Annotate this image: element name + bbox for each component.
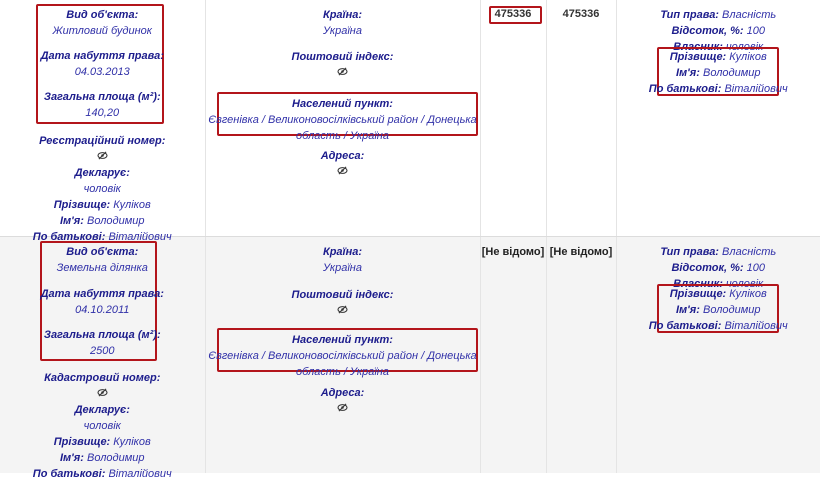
location-cell: Країна: Україна Поштовий індекс: Населен… <box>205 0 481 237</box>
property-row: Вид об'єкта: Земельна ділянка Дата набут… <box>0 236 820 480</box>
acquisition-date-value: 04.10.2011 <box>75 304 130 316</box>
name-value: Володимир <box>87 215 145 227</box>
right-type-value: Власність <box>722 246 777 258</box>
right-type-label: Тип права: <box>660 246 719 258</box>
name-value: Володимир <box>703 304 761 316</box>
country-value: Україна <box>323 262 362 274</box>
declarant-label: Декларує: <box>74 404 130 416</box>
area-value: 140,20 <box>85 107 120 119</box>
cost-value-2: 475336 <box>562 8 600 20</box>
eye-slash-icon <box>206 401 480 417</box>
share-value: 100 <box>746 262 766 274</box>
patronymic-label: По батькові: <box>32 468 106 480</box>
settlement-value: Євгенівка / Великоновосілківський район … <box>208 350 477 362</box>
surname-value: Куліков <box>729 51 767 63</box>
surname-label: Прізвище: <box>53 436 111 448</box>
country-label: Країна: <box>322 9 363 21</box>
area-label: Загальна площа (м²): <box>43 91 161 103</box>
registration-number-label: Реєстраційний номер: <box>39 135 166 147</box>
name-value: Володимир <box>703 67 761 79</box>
patronymic-value: Віталійович <box>108 468 172 480</box>
patronymic-label: По батькові: <box>648 320 722 332</box>
name-label: Ім'я: <box>675 67 700 79</box>
object-type-label: Вид об'єкта: <box>66 9 139 21</box>
settlement-label: Населений пункт: <box>292 98 393 110</box>
surname-label: Прізвище: <box>669 288 727 300</box>
property-row: Вид об'єкта: Житловий будинок Дата набут… <box>0 0 820 243</box>
declarant-value: чоловік <box>83 420 121 432</box>
object-cell: Вид об'єкта: Житловий будинок Дата набут… <box>0 0 206 243</box>
acquisition-date-label: Дата набуття права: <box>40 288 164 300</box>
object-type-value: Земельна ділянка <box>56 262 148 274</box>
share-label: Відсоток, %: <box>671 262 744 274</box>
acquisition-date-label: Дата набуття права: <box>40 50 164 62</box>
postal-code-label: Поштовий індекс: <box>291 51 394 63</box>
property-table: Вид об'єкта: Житловий будинок Дата набут… <box>0 0 820 480</box>
object-type-label: Вид об'єкта: <box>66 246 139 258</box>
share-label: Відсоток, %: <box>671 25 744 37</box>
cost-cell-2: [Не відомо] <box>546 236 617 473</box>
surname-label: Прізвище: <box>669 51 727 63</box>
declarant-value: чоловік <box>83 183 121 195</box>
settlement-value: Євгенівка / Великоновосілківський район … <box>208 114 477 126</box>
area-value: 2500 <box>90 345 115 357</box>
object-type-value: Житловий будинок <box>52 25 153 37</box>
surname-label: Прізвище: <box>53 199 111 211</box>
right-type-label: Тип права: <box>660 9 719 21</box>
cost-value: 475336 <box>494 8 532 20</box>
cadastral-number-label: Кадастровий номер: <box>44 372 161 384</box>
name-label: Ім'я: <box>59 215 84 227</box>
cost-cell: 475336 <box>480 0 547 237</box>
object-cell: Вид об'єкта: Земельна ділянка Дата набут… <box>0 236 206 480</box>
surname-value: Куліков <box>113 199 151 211</box>
declarant-label: Декларує: <box>74 167 130 179</box>
location-cell: Країна: Україна Поштовий індекс: Населен… <box>205 236 481 473</box>
name-label: Ім'я: <box>59 452 84 464</box>
rights-cell: Тип права: Власність Відсоток, %: 100 Вл… <box>616 0 820 237</box>
eye-slash-icon <box>0 149 205 165</box>
eye-slash-icon <box>206 65 480 81</box>
patronymic-label: По батькові: <box>648 83 722 95</box>
rights-cell: Тип права: Власність Відсоток, %: 100 Вл… <box>616 236 820 473</box>
cost-cell: [Не відомо] <box>480 236 547 473</box>
cost-value: [Не відомо] <box>481 246 545 258</box>
settlement-label: Населений пункт: <box>292 334 393 346</box>
postal-code-label: Поштовий індекс: <box>291 289 394 301</box>
surname-value: Куліков <box>113 436 151 448</box>
name-value: Володимир <box>87 452 145 464</box>
patronymic-value: Віталійович <box>724 83 788 95</box>
eye-slash-icon <box>0 386 205 402</box>
settlement-value-cont: область / Україна <box>296 366 389 378</box>
address-label: Адреса: <box>320 387 365 399</box>
right-type-value: Власність <box>722 9 777 21</box>
address-label: Адреса: <box>320 150 365 162</box>
area-label: Загальна площа (м²): <box>43 329 161 341</box>
acquisition-date-value: 04.03.2013 <box>74 66 130 78</box>
patronymic-value: Віталійович <box>724 320 788 332</box>
country-value: Україна <box>323 25 362 37</box>
cost-value-2: [Не відомо] <box>549 246 613 258</box>
settlement-value-cont: область / Україна <box>296 130 389 142</box>
name-label: Ім'я: <box>675 304 700 316</box>
country-label: Країна: <box>322 246 363 258</box>
eye-slash-icon <box>206 164 480 180</box>
surname-value: Куліков <box>729 288 767 300</box>
cost-cell-2: 475336 <box>546 0 617 237</box>
eye-slash-icon <box>206 303 480 319</box>
share-value: 100 <box>746 25 766 37</box>
